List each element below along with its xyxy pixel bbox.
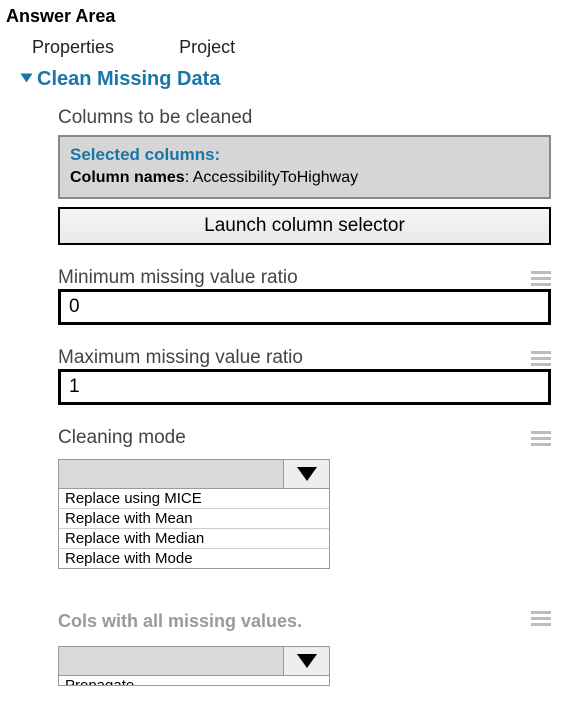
selected-columns-box: Selected columns: Column names: Accessib… <box>58 135 551 199</box>
option-replace-mice[interactable]: Replace using MICE <box>59 489 329 509</box>
options-icon[interactable] <box>531 348 551 369</box>
chevron-down-icon <box>283 647 329 675</box>
collapse-icon <box>21 74 33 83</box>
option-replace-mean[interactable]: Replace with Mean <box>59 509 329 529</box>
cleaning-mode-options: Replace using MICE Replace with Mean Rep… <box>58 489 330 569</box>
tab-properties[interactable]: Properties <box>32 37 114 58</box>
cleaning-mode-label: Cleaning mode <box>58 427 186 449</box>
cleaning-mode-selected <box>59 460 283 488</box>
cleaning-mode-dropdown[interactable] <box>58 459 330 489</box>
min-missing-ratio-label: Minimum missing value ratio <box>58 267 298 289</box>
max-missing-ratio-label: Maximum missing value ratio <box>58 347 303 369</box>
cols-all-missing-dropdown[interactable] <box>58 646 330 676</box>
tab-project[interactable]: Project <box>179 37 235 58</box>
options-icon[interactable] <box>531 608 551 629</box>
option-replace-mode[interactable]: Replace with Mode <box>59 549 329 568</box>
max-missing-ratio-input[interactable] <box>58 369 551 405</box>
option-replace-median[interactable]: Replace with Median <box>59 529 329 549</box>
options-icon[interactable] <box>531 268 551 289</box>
cols-all-missing-selected <box>59 647 283 675</box>
launch-column-selector-button[interactable]: Launch column selector <box>58 207 551 245</box>
min-missing-ratio-input[interactable] <box>58 289 551 325</box>
selected-columns-title: Selected columns: <box>70 145 539 165</box>
chevron-down-icon <box>283 460 329 488</box>
cols-all-missing-label: Cols with all missing values. <box>58 611 302 632</box>
cols-all-missing-option-partial[interactable]: Propagate <box>58 676 330 686</box>
answer-area-heading: Answer Area <box>0 4 573 37</box>
selected-columns-value: Column names: AccessibilityToHighway <box>70 169 539 187</box>
section-clean-missing-data[interactable]: Clean Missing Data <box>0 58 573 99</box>
options-icon[interactable] <box>531 428 551 449</box>
columns-to-be-cleaned-label: Columns to be cleaned <box>58 107 551 129</box>
section-title: Clean Missing Data <box>37 68 220 90</box>
